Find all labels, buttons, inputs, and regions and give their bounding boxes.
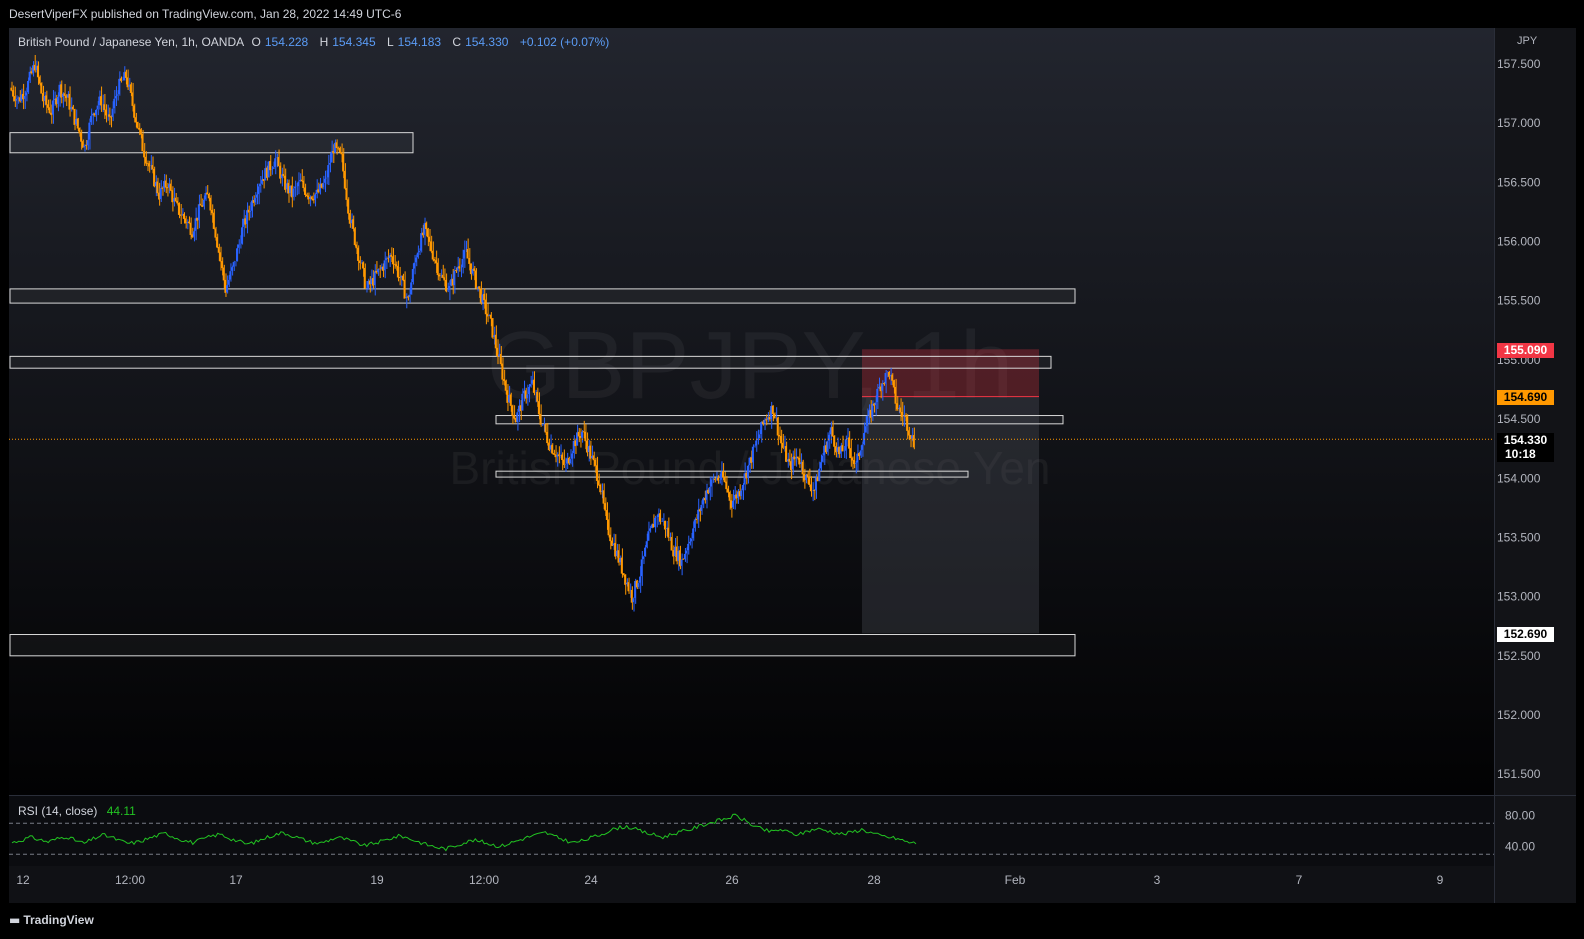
price-axis-tick: 153.500 bbox=[1497, 530, 1541, 544]
time-axis-tick: 9 bbox=[1437, 873, 1444, 887]
time-axis-tick: 3 bbox=[1154, 873, 1161, 887]
legend-change: +0.102 (+0.07%) bbox=[519, 35, 610, 49]
time-axis-tick: 7 bbox=[1296, 873, 1303, 887]
tradingview-logo-icon: ▬ bbox=[9, 913, 20, 927]
time-axis-tick: 12:00 bbox=[469, 873, 499, 887]
rsi-pane-background bbox=[9, 796, 1494, 866]
chart-canvas[interactable]: GBPJPY, 1hBritish Pound / Japanese Yen15… bbox=[9, 28, 1576, 903]
price-axis-tick: 155.500 bbox=[1497, 294, 1541, 308]
legend-high-value: 154.345 bbox=[332, 35, 376, 49]
zone-box bbox=[9, 132, 414, 154]
price-axis-tick: 151.500 bbox=[1497, 767, 1541, 781]
time-axis-tick: 17 bbox=[229, 873, 243, 887]
zone-box bbox=[9, 634, 1076, 657]
price-axis-tick: 153.000 bbox=[1497, 590, 1541, 604]
tradingview-brand-label: TradingView bbox=[23, 913, 94, 927]
legend-symbol: British Pound / Japanese Yen, 1h, OANDA bbox=[18, 35, 245, 49]
time-axis-tick: 24 bbox=[584, 873, 598, 887]
footer bbox=[0, 903, 1584, 939]
zone-box bbox=[9, 355, 1052, 369]
tradingview-brand[interactable]: ▬ TradingView bbox=[9, 913, 94, 927]
time-axis-tick: 28 bbox=[867, 873, 881, 887]
last-price-badge: 154.330 bbox=[1497, 433, 1554, 448]
legend-open-value: 154.228 bbox=[264, 35, 309, 49]
legend-high-label: H bbox=[319, 35, 329, 49]
price-axis-tick: 152.000 bbox=[1497, 708, 1541, 722]
reward-zone bbox=[862, 396, 1039, 634]
publish-header: DesertViperFX published on TradingView.c… bbox=[0, 0, 1584, 28]
legend-low-label: L bbox=[386, 35, 394, 49]
price-axis-tick: 156.000 bbox=[1497, 235, 1541, 249]
legend-close-value: 154.330 bbox=[465, 35, 509, 49]
time-axis-tick: 12 bbox=[16, 873, 30, 887]
price-axis-tick: 157.000 bbox=[1497, 116, 1541, 130]
time-axis-tick: 19 bbox=[370, 873, 384, 887]
zone-box bbox=[495, 415, 1064, 425]
legend-open-label: O bbox=[251, 35, 261, 49]
target-price-badge: 152.690 bbox=[1497, 627, 1554, 642]
symbol-legend: British Pound / Japanese Yen, 1h, OANDA … bbox=[18, 35, 613, 49]
price-axis-currency: JPY bbox=[1517, 35, 1538, 47]
zone-box bbox=[495, 470, 969, 478]
time-axis-tick: Feb bbox=[1005, 873, 1026, 887]
publish-info: DesertViperFX published on TradingView.c… bbox=[9, 7, 402, 21]
time-axis-tick: 26 bbox=[725, 873, 739, 887]
price-axis-tick: 156.500 bbox=[1497, 175, 1541, 189]
rsi-legend-name: RSI (14, close) bbox=[18, 804, 98, 818]
rsi-legend-value: 44.11 bbox=[106, 804, 136, 818]
time-axis-tick: 12:00 bbox=[115, 873, 145, 887]
price-axis-tick: 154.500 bbox=[1497, 412, 1541, 426]
legend-close-label: C bbox=[452, 35, 462, 49]
price-axis-tick: 152.500 bbox=[1497, 649, 1541, 663]
stop-loss-price-badge: 155.090 bbox=[1497, 343, 1554, 358]
zone-box bbox=[9, 288, 1076, 304]
price-axis-tick: 154.000 bbox=[1497, 471, 1541, 485]
rsi-axis-tick: 80.00 bbox=[1505, 809, 1535, 823]
rsi-axis-tick: 40.00 bbox=[1505, 840, 1535, 854]
legend-low-value: 154.183 bbox=[397, 35, 442, 49]
bar-countdown: 10:18 bbox=[1497, 447, 1554, 462]
price-axis-tick: 157.500 bbox=[1497, 57, 1541, 71]
chart-frame[interactable]: GBPJPY, 1h British Pound / Japanese Yen 15… bbox=[9, 28, 1576, 903]
rsi-legend: RSI (14, close) 44.11 bbox=[18, 804, 136, 818]
entry-price-badge: 154.690 bbox=[1497, 390, 1554, 405]
